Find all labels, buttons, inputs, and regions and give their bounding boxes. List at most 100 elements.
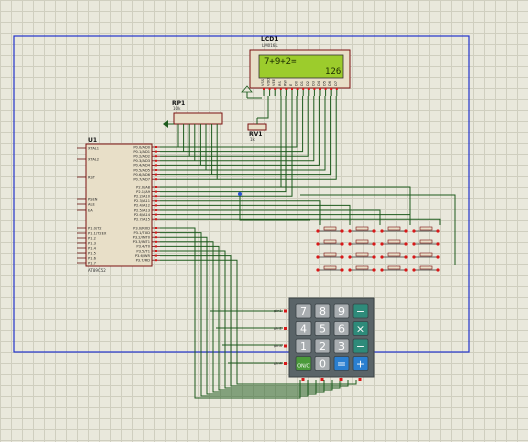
push-button[interactable] [419,226,433,231]
push-button[interactable] [323,265,337,270]
mcu-pin-marker [155,199,157,202]
keypad-column-pin [358,378,362,381]
mcu-pin-label: P2.3/A11 [134,199,150,203]
mcu-pin-label: P3.0/RXD [133,226,150,230]
lcd-pin-label: D7 [334,81,338,86]
lcd-pin-label: VEE [272,78,276,86]
mcu-pin-label: P2.6/A14 [134,213,151,217]
keypad-key-label: 2 [319,340,326,353]
rv1-body [247,123,267,131]
push-button-terminal [316,242,320,246]
mcu-pin-label: P3.2/INT0 [133,236,151,240]
lcd-pin-label: D2 [306,81,310,86]
mcu-pin-marker [155,150,157,153]
push-button-terminal [340,255,344,259]
push-button[interactable] [323,252,337,257]
mcu-part-label: AT89C52 [88,268,106,273]
push-button-terminal [436,255,440,259]
mcu-right-pins: P0.0/AD0P0.1/AD1P0.2/AD2P0.3/AD3P0.4/AD4… [133,145,160,263]
schematic-canvas: LCD1 LM016L 7+9+2= 126 VSS VDD VEE RS RW E D0 D… [13,35,470,399]
lcd-part-label: LM016L [262,43,278,48]
lcd-pin-label: D1 [300,81,304,86]
mcu-pin-marker [155,186,157,188]
push-button-terminal [412,229,416,233]
lcd-pin-label: RW [283,80,287,86]
keypad-key-label: 8 [319,305,326,318]
push-button-terminal [340,242,344,246]
push-button-terminal [436,229,440,233]
push-button-terminal [380,242,384,246]
mcu-pin-label: P0.6/AD6 [133,173,150,177]
push-button[interactable] [387,239,401,244]
lcd-pin-label: D0 [295,80,299,86]
p0-to-lcd-wire [160,96,326,171]
mcu-pin-label: P3.4/T0 [136,245,150,249]
mcu-pin-label: P1.7 [88,261,96,265]
push-button-terminal [412,255,416,259]
potentiometer-rv1[interactable]: RV1 1k [247,118,267,142]
mcu-pin-label: P1.5 [88,251,96,255]
push-button[interactable] [323,239,337,244]
mcu-pin-label: P0.0/AD0 [133,145,150,149]
keypad-key-label: 5 [319,323,326,336]
push-button-terminal [348,268,352,272]
mcu-ref-label: U1 [88,137,97,144]
mcu-pin-label: EA [88,208,93,212]
push-button[interactable] [419,265,433,270]
mcu-pin-marker [155,178,157,181]
push-button-terminal [404,255,408,259]
mcu-pin-marker [155,204,157,207]
lcd-module[interactable]: LCD1 LM016L 7+9+2= 126 VSS VDD VEE RS RW E D0 D… [249,36,351,96]
keypad-key-label: 7 [300,305,307,318]
push-button[interactable] [387,226,401,231]
push-button[interactable] [355,226,369,231]
p0-to-lcd-wire [160,96,332,176]
mcu-pin-label: P0.2/AD2 [133,155,150,159]
mcu-pin-label: P0.7/AD7 [133,178,150,182]
mcu-pin-label: P1.0/T2 [88,226,102,230]
keypad[interactable]: 7 8 9 −4 5 6 ×1 2 3 −ON/C 0 = + pin1pin2pin3pin4 [274,297,375,381]
keypad-key-label: 0 [319,358,326,371]
resistor-pack-rp1[interactable]: RP1 10k [163,100,223,128]
push-button[interactable] [323,226,337,231]
mcu-pin-marker [155,169,157,171]
mcu-pin-label: XTAL1 [88,146,99,150]
push-button-terminal [372,229,376,233]
push-button[interactable] [355,252,369,257]
keypad-key-label: − [356,305,365,318]
keypad-key-label: × [356,323,365,336]
push-button[interactable] [355,265,369,270]
mcu-pin-label: P2.1/A9 [136,190,151,194]
mcu-pin-marker [155,259,157,262]
mcu-pin-label: P2.7/A15 [134,218,150,222]
mcu-pin-marker [155,213,157,216]
lcd-pin-label: D4 [317,80,321,86]
microcontroller-u1[interactable]: U1 AT89C52 XTAL1 XTAL2 RST PSENALE EA P1.0/T2… [77,137,160,273]
push-button-terminal [348,229,352,233]
lcd-pin-label: RS [278,81,282,86]
push-button-terminal [372,268,376,272]
mcu-pin-marker [155,155,157,158]
lcd-pin-marker [263,88,265,90]
push-button-terminal [380,268,384,272]
mcu-pin-label: P1.6 [88,256,97,260]
keypad-row-pin [284,309,287,313]
push-button[interactable] [387,252,401,257]
button-matrix [316,226,440,272]
push-button[interactable] [419,239,433,244]
push-button[interactable] [387,265,401,270]
push-button-terminal [316,255,320,259]
mcu-pin-label: PSEN [88,197,98,201]
p2-to-matrix-wire [160,204,351,225]
lcd-pin-label: D5 [323,81,327,86]
mcu-pin-marker [155,164,157,167]
mcu-pin-label: RST [88,175,96,179]
push-button[interactable] [419,252,433,257]
push-button-terminal [340,268,344,272]
contrast-wire [257,96,269,119]
rv1-part-label: 1k [250,137,256,142]
push-button[interactable] [355,239,369,244]
keypad-row-pin [284,327,287,330]
lcd-pin-marker [324,88,327,90]
mcu-pin-label: P1.1/T2EX [88,231,107,235]
